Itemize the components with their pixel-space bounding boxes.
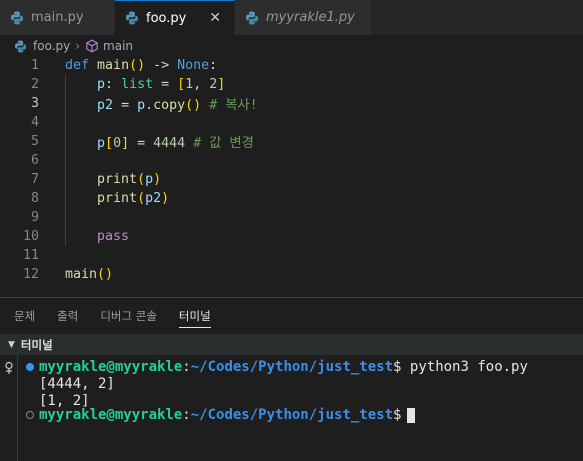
line-number: 11: [22, 248, 39, 263]
line-number: 9: [30, 210, 39, 225]
breadcrumb-file[interactable]: foo.py: [33, 39, 70, 53]
tab-myyrakle1-py[interactable]: myyrakle1.py: [235, 0, 372, 35]
tab-terminal[interactable]: 터미널: [178, 298, 211, 334]
python-file-icon: [10, 11, 24, 25]
terminal-header-label: 터미널: [20, 337, 53, 352]
terminal-prompt: $: [393, 407, 402, 423]
command-status-dot[interactable]: [26, 363, 34, 371]
line-number: 4: [30, 115, 39, 130]
chevron-right-icon: ›: [75, 39, 81, 53]
line-number: 10: [22, 229, 39, 244]
terminal-section-header[interactable]: ▼ 터미널: [0, 334, 583, 355]
code-line-current[interactable]: 3 p2 = p.copy() # 복사!: [0, 94, 583, 113]
terminal-command-line: myyrakle@myyrakle: ~/Codes/Python/just_te…: [26, 358, 528, 376]
panel-tab-bar: 문제 출력 디버그 콘솔 터미널: [0, 298, 583, 334]
tab-output[interactable]: 출력: [57, 298, 78, 334]
tab-label: myyrakle1.py: [266, 10, 355, 25]
code-line[interactable]: 1 def main() -> None:: [0, 56, 583, 75]
terminal-decoration-icon[interactable]: [3, 360, 15, 374]
line-number: 8: [30, 191, 39, 206]
chevron-down-icon[interactable]: ▼: [8, 340, 15, 350]
tab-problems[interactable]: 문제: [14, 298, 35, 334]
code-line[interactable]: 5 p[0] = 4444 # 값 변경: [0, 132, 583, 151]
line-number: 5: [30, 134, 39, 149]
code-text: print(p): [97, 172, 162, 187]
output-text: [4444, 2]: [39, 376, 115, 392]
code-line[interactable]: 11: [0, 246, 583, 265]
python-file-icon: [125, 11, 139, 25]
terminal-command: python3 foo.py: [409, 359, 528, 375]
python-file-icon: [245, 11, 259, 25]
breadcrumb: foo.py › main: [0, 35, 583, 57]
line-number: 3: [30, 96, 39, 111]
line-number: 1: [30, 58, 39, 73]
code-line[interactable]: 6: [0, 151, 583, 170]
terminal-prompt: $: [393, 359, 402, 375]
tab-debug-console[interactable]: 디버그 콘솔: [100, 298, 157, 334]
terminal-path: ~/Codes/Python/just_test: [190, 407, 394, 423]
terminal-prompt-line: myyrakle@myyrakle: ~/Codes/Python/just_te…: [26, 406, 416, 424]
line-number: 6: [30, 153, 39, 168]
code-text: p[0] = 4444 # 값 변경: [97, 136, 254, 151]
code-text: def main() -> None:: [65, 58, 218, 73]
terminal-cursor: [407, 407, 416, 423]
terminal-path: ~/Codes/Python/just_test: [190, 359, 394, 375]
terminal-output-line: [4444, 2]: [26, 375, 115, 393]
tab-label: foo.py: [146, 10, 187, 26]
code-line[interactable]: 9: [0, 208, 583, 227]
line-number: 7: [30, 172, 39, 187]
tab-bar-empty: [372, 0, 583, 35]
code-line[interactable]: 4: [0, 113, 583, 132]
python-file-icon: [14, 39, 27, 53]
code-line[interactable]: 2 p: list = [1, 2]: [0, 75, 583, 94]
code-text: p: list = [1, 2]: [97, 77, 226, 92]
code-line[interactable]: 10 pass: [0, 227, 583, 246]
code-editor[interactable]: 1 def main() -> None: 2 p: list = [1, 2]…: [0, 56, 583, 296]
terminal-user: myyrakle@myyrakle: [39, 359, 183, 375]
tab-label: main.py: [31, 10, 84, 25]
terminal-gutter: [0, 355, 18, 461]
code-line[interactable]: 7 print(p): [0, 170, 583, 189]
code-text: pass: [97, 229, 130, 244]
breadcrumb-symbol[interactable]: main: [103, 39, 133, 53]
line-number: 12: [22, 267, 39, 282]
tab-foo-py[interactable]: foo.py ✕: [115, 0, 235, 35]
method-cube-icon: [85, 39, 99, 53]
code-text: main(): [65, 267, 114, 282]
editor-tab-bar: main.py foo.py ✕ myyrakle1.py: [0, 0, 583, 35]
close-icon[interactable]: ✕: [208, 10, 222, 26]
code-line[interactable]: 8 print(p2): [0, 189, 583, 208]
code-line[interactable]: 12 main(): [0, 265, 583, 284]
code-text: p2 = p.copy() # 복사!: [97, 98, 258, 113]
command-status-dot[interactable]: [26, 411, 34, 419]
terminal-user: myyrakle@myyrakle: [39, 407, 183, 423]
tab-main-py[interactable]: main.py: [0, 0, 115, 35]
line-number: 2: [30, 77, 39, 92]
code-text: print(p2): [97, 191, 170, 206]
